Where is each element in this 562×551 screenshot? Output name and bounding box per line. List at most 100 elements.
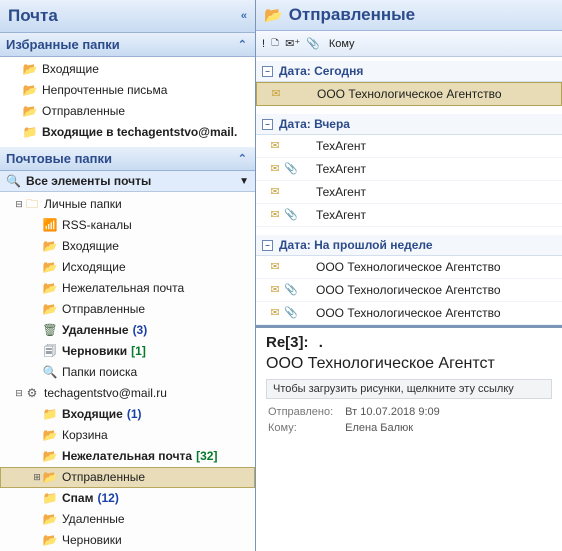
tree-label: Папки поиска <box>62 364 137 381</box>
expand-icon[interactable]: ⊟ <box>14 385 24 402</box>
message-row[interactable]: ✉ ООО Технологическое Агентство <box>256 82 562 106</box>
favorite-label: Входящие в techagentstvo@mail. <box>42 124 237 141</box>
tree-label: Отправленные <box>62 301 145 318</box>
folder-icon: 📂 <box>42 427 58 444</box>
tree-label: RSS-каналы <box>62 217 132 234</box>
download-images-bar[interactable]: Чтобы загрузить рисунки, щелкните эту сс… <box>266 379 552 399</box>
col-importance[interactable]: ! <box>262 38 265 50</box>
envelope-icon: ✉ <box>266 304 284 322</box>
tree-label: Удаленные <box>62 322 129 339</box>
attachment-icon: 📎 <box>284 304 298 322</box>
attachment-icon: 📎 <box>284 281 298 299</box>
collapse-nav-icon[interactable]: « <box>241 10 247 22</box>
folder-icon: 🗀 <box>24 196 40 213</box>
tree-label: Удаленные <box>62 511 125 528</box>
tree-item[interactable]: 📶 RSS-каналы <box>0 215 255 236</box>
expand-icon[interactable]: ⊞ <box>32 469 42 486</box>
group-label: Дата: На прошлой неделе <box>279 238 433 252</box>
tree-item[interactable]: 📂 Черновики <box>0 530 255 551</box>
item-count: [1] <box>131 343 146 360</box>
nav-pane: Почта « Избранные папки ⌃ 📂 Входящие 📂 Н… <box>0 0 256 551</box>
tree-item[interactable]: 📂 Входящие <box>0 236 255 257</box>
envelope-icon: ✉ <box>266 183 284 201</box>
message-to: ТехАгент <box>298 183 366 201</box>
message-to: ООО Технологическое Агентство <box>299 85 502 103</box>
folder-icon: 📂 <box>42 301 58 318</box>
folder-icon: 📂 <box>42 511 58 528</box>
group-header[interactable]: − Дата: На прошлой неделе <box>256 235 562 256</box>
tree-item[interactable]: 🗐 Черновики [1] <box>0 341 255 362</box>
collapse-group-icon[interactable]: − <box>262 240 273 251</box>
column-header-row[interactable]: ! 🗅 ✉⁺ 📎 Кому <box>256 31 562 57</box>
tree-item[interactable]: 🗑 Удаленные (3) <box>0 320 255 341</box>
col-reply[interactable]: ✉⁺ <box>285 37 300 50</box>
favorite-item[interactable]: 📂 Отправленные <box>0 101 255 122</box>
tree-item[interactable]: 📂 Нежелательная почта <box>0 278 255 299</box>
col-attachment[interactable]: 📎 <box>306 37 320 50</box>
expand-icon[interactable]: ⊟ <box>14 196 24 213</box>
group-header[interactable]: − Дата: Вчера <box>256 114 562 135</box>
tree-label: Личные папки <box>44 196 122 213</box>
tree-item[interactable]: 📂 Удаленные <box>0 509 255 530</box>
message-row[interactable]: ✉ ТехАгент <box>256 135 562 158</box>
collapse-group-icon[interactable]: − <box>262 119 273 130</box>
attachment-icon: 📎 <box>284 206 298 224</box>
message-row[interactable]: ✉ ООО Технологическое Агентство <box>256 256 562 279</box>
group-label: Дата: Вчера <box>279 117 350 131</box>
folder-icon: 📶 <box>42 217 58 234</box>
sent-label: Отправлено: <box>268 405 343 419</box>
tree-label: Нежелательная почта <box>62 448 192 465</box>
message-row[interactable]: ✉ 📎 ТехАгент <box>256 158 562 181</box>
envelope-icon: ✉ <box>266 137 284 155</box>
message-to: ТехАгент <box>298 206 366 224</box>
dropdown-arrow-icon: ▼ <box>239 176 249 187</box>
main-pane: 📂 Отправленные ! 🗅 ✉⁺ 📎 Кому − Дата: Сег… <box>256 0 562 551</box>
envelope-icon: ✉ <box>266 160 284 178</box>
tree-item[interactable]: 📂 Корзина <box>0 425 255 446</box>
tree-item[interactable]: 📂 Исходящие <box>0 257 255 278</box>
tree-item[interactable]: 📂 Отправленные <box>0 299 255 320</box>
message-meta: Отправлено: Вт 10.07.2018 9:09 Кому: Еле… <box>266 403 452 437</box>
message-list: − Дата: Сегодня✉ ООО Технологическое Аге… <box>256 57 562 325</box>
tree-label: Входящие <box>62 238 119 255</box>
nav-title-bar[interactable]: Почта « <box>0 0 255 33</box>
favorite-label: Входящие <box>42 61 99 78</box>
message-to: ООО Технологическое Агентство <box>298 281 501 299</box>
to-label: Кому: <box>268 421 343 435</box>
message-row[interactable]: ✉ 📎 ООО Технологическое Агентство <box>256 302 562 325</box>
tree-label: Спам <box>62 490 93 507</box>
favorites-header[interactable]: Избранные папки ⌃ <box>0 33 255 57</box>
tree-label: Входящие <box>62 406 123 423</box>
tree-label: Черновики <box>62 532 122 549</box>
item-count: [32] <box>196 448 217 465</box>
col-to[interactable]: Кому <box>329 38 355 50</box>
message-row[interactable]: ✉ 📎 ООО Технологическое Агентство <box>256 279 562 302</box>
favorite-item[interactable]: 📁 Входящие в techagentstvo@mail. <box>0 122 255 143</box>
favorites-header-label: Избранные папки <box>6 37 120 52</box>
tree-item[interactable]: 📂 Нежелательная почта [32] <box>0 446 255 467</box>
message-row[interactable]: ✉ ТехАгент <box>256 181 562 204</box>
col-icon[interactable]: 🗅 <box>271 34 279 53</box>
tree-item[interactable]: 📁 Спам (12) <box>0 488 255 509</box>
folder-icon: 📂 <box>42 280 58 297</box>
message-subject: Re[3]: . <box>266 334 552 351</box>
group-header[interactable]: − Дата: Сегодня <box>256 61 562 82</box>
all-mail-items-dropdown[interactable]: 🔍 Все элементы почты ▼ <box>0 171 255 192</box>
tree-item[interactable]: ⊟ 🗀 Личные папки <box>0 194 255 215</box>
tree-item[interactable]: ⊟ ⚙ techagentstvo@mail.ru <box>0 383 255 404</box>
tree-item[interactable]: ⊞ 📂 Отправленные <box>0 467 255 488</box>
group-label: Дата: Сегодня <box>279 64 363 78</box>
favorite-item[interactable]: 📂 Входящие <box>0 59 255 80</box>
tree-label: Нежелательная почта <box>62 280 184 297</box>
tree-item[interactable]: 🔍 Папки поиска <box>0 362 255 383</box>
favorite-item[interactable]: 📂 Непрочтенные письма <box>0 80 255 101</box>
item-count: (12) <box>97 490 118 507</box>
item-count: (1) <box>127 406 142 423</box>
collapse-group-icon[interactable]: − <box>262 66 273 77</box>
mailfolders-header[interactable]: Почтовые папки ⌃ <box>0 147 255 171</box>
message-row[interactable]: ✉ 📎 ТехАгент <box>256 204 562 227</box>
tree-item[interactable]: 📁 Входящие (1) <box>0 404 255 425</box>
tree-label: Черновики <box>62 343 127 360</box>
reading-pane: Re[3]: . ООО Технологическое Агентст Что… <box>256 325 562 551</box>
attachment-icon: 📎 <box>284 160 298 178</box>
